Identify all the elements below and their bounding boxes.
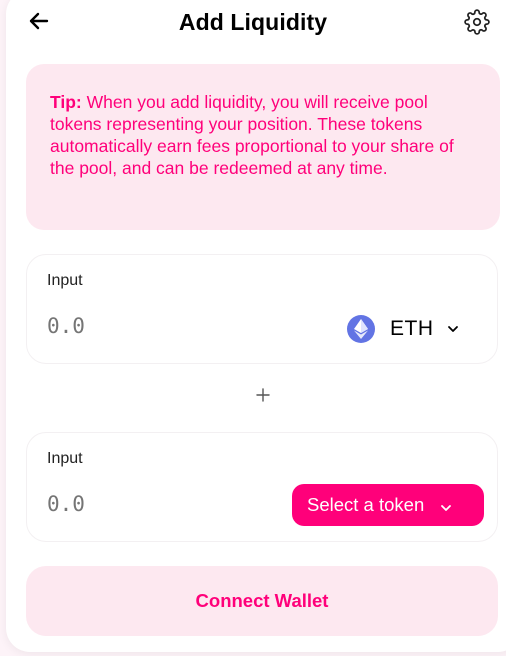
- connect-wallet-button[interactable]: Connect Wallet: [26, 566, 498, 636]
- select-token-button[interactable]: Select a token: [292, 484, 484, 526]
- tip-box: Tip: When you add liquidity, you will re…: [26, 64, 500, 230]
- chevron-down-icon: [439, 498, 453, 512]
- currency-input-panel-b: Input Select a token: [26, 432, 498, 542]
- currency-input-panel-a: Input ETH: [26, 254, 498, 364]
- token-symbol: ETH: [390, 317, 434, 340]
- select-token-label: Select a token: [307, 494, 425, 515]
- token-selector-eth[interactable]: ETH: [347, 311, 477, 347]
- tip-text: When you add liquidity, you will receive…: [50, 92, 454, 178]
- header: Add Liquidity: [0, 0, 506, 48]
- input-label: Input: [47, 450, 83, 467]
- amount-input-b[interactable]: [47, 492, 227, 516]
- gear-icon[interactable]: [464, 9, 490, 35]
- input-label: Input: [47, 272, 83, 289]
- page-title: Add Liquidity: [178, 9, 328, 35]
- amount-input-a[interactable]: [47, 314, 227, 338]
- plus-icon: [254, 386, 272, 404]
- tip-label: Tip:: [50, 92, 82, 112]
- chevron-down-icon: [446, 322, 460, 336]
- eth-icon: [347, 315, 375, 343]
